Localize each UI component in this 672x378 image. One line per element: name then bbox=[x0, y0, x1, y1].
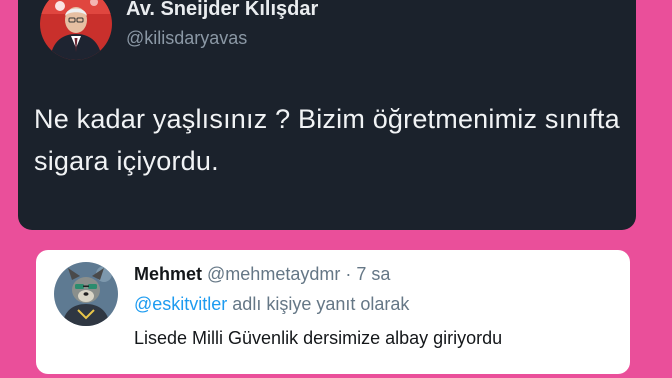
reply-to-mention-link[interactable]: @eskitvitler bbox=[134, 294, 227, 314]
cartoon-dog-avatar-icon bbox=[54, 262, 118, 326]
reply-tweet-card: Mehmet @mehmetaydmr · 7 sa @eskitvitler … bbox=[36, 250, 630, 374]
reply-tweet-header: Mehmet @mehmetaydmr · 7 sa bbox=[134, 264, 390, 285]
original-tweet-handle[interactable]: @kilisdaryavas bbox=[126, 28, 247, 49]
reply-tweet-handle[interactable]: @mehmetaydmr bbox=[207, 264, 340, 284]
reply-tweet-timestamp[interactable]: 7 sa bbox=[356, 264, 390, 284]
reply-tweet-text: Lisede Milli Güvenlik dersimize albay gi… bbox=[134, 328, 503, 348]
original-tweet-avatar[interactable] bbox=[40, 0, 112, 60]
reply-tweet-avatar[interactable] bbox=[54, 262, 118, 326]
reply-to-label: adlı kişiye yanıt olarak bbox=[227, 294, 410, 314]
original-tweet-text: Ne kadar yaşlısınız ? Bizim öğretmenimiz… bbox=[34, 104, 620, 176]
original-tweet-display-name[interactable]: Av. Sneijder Kılışdar bbox=[126, 0, 318, 21]
original-tweet-card: Av. Sneijder Kılışdar @kilisdaryavas Ne … bbox=[18, 0, 636, 230]
profile-photo-icon bbox=[40, 0, 112, 60]
reply-tweet-display-name[interactable]: Mehmet bbox=[134, 264, 202, 284]
reply-tweet-separator: · bbox=[340, 264, 357, 284]
reply-to-context: @eskitvitler adlı kişiye yanıt olarak bbox=[134, 294, 409, 315]
